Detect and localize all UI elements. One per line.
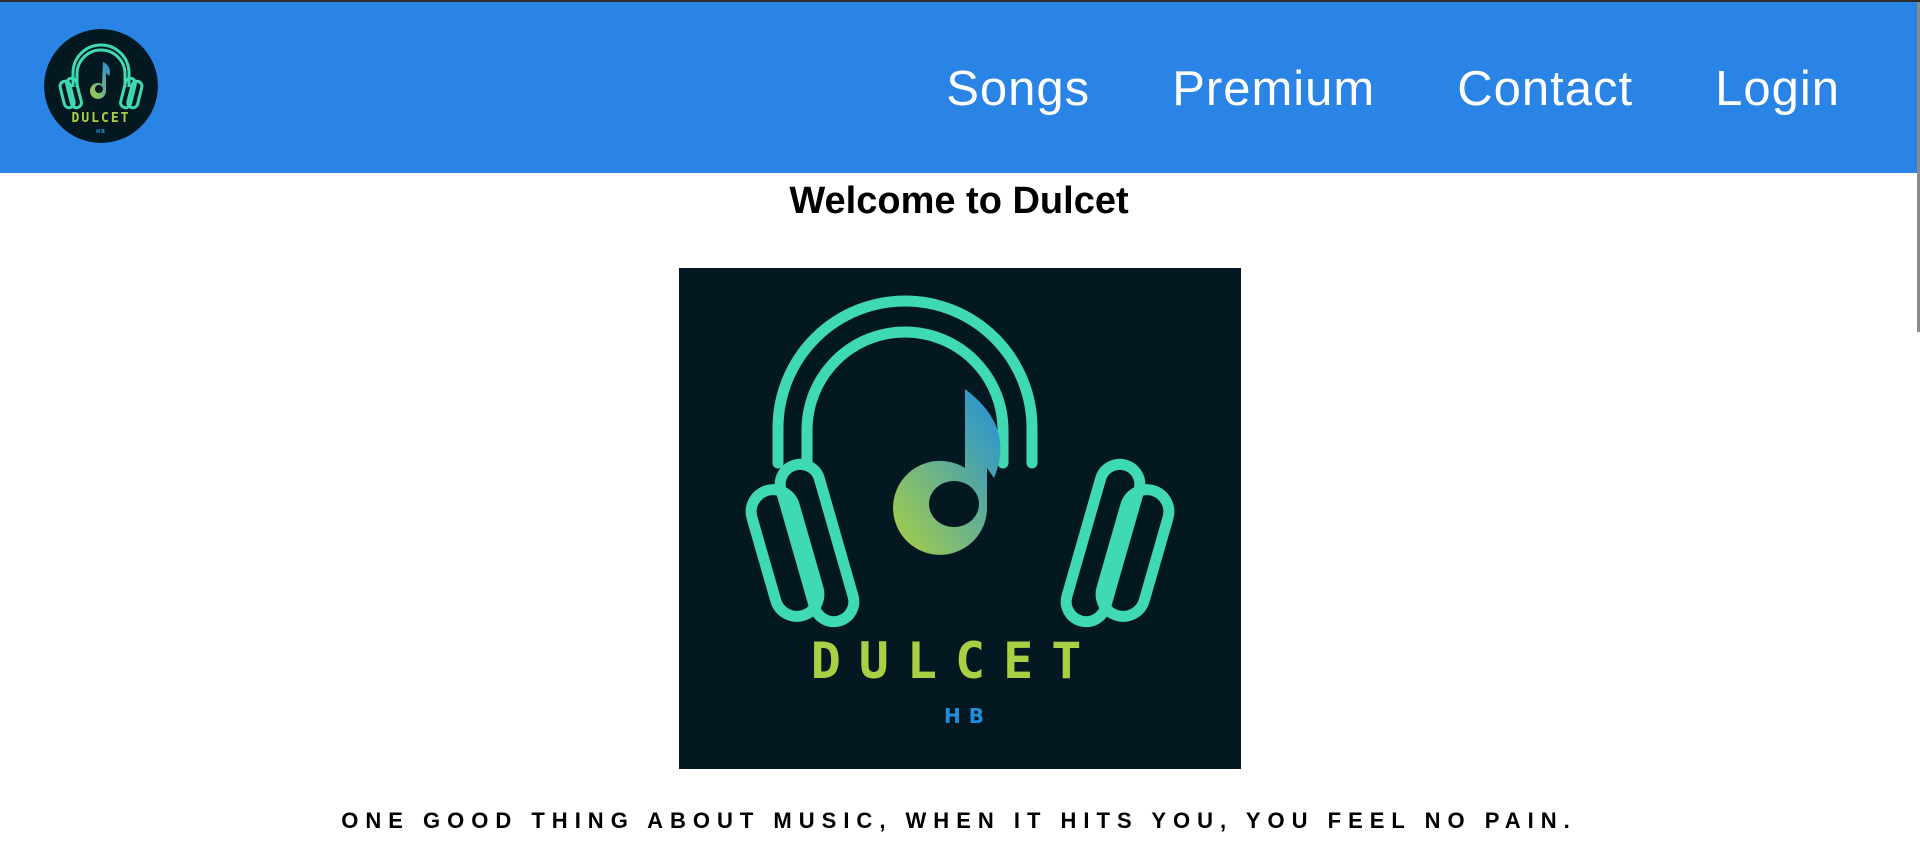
nav-logo[interactable]: DULCET HB bbox=[44, 29, 158, 143]
page-title: Welcome to Dulcet bbox=[789, 180, 1129, 222]
logo-wordmark: DULCET bbox=[811, 632, 1100, 690]
nav-link-songs[interactable]: Songs bbox=[946, 62, 1090, 116]
nav-link-login[interactable]: Login bbox=[1715, 62, 1840, 116]
hero-logo: DULCET HB bbox=[679, 268, 1241, 769]
tagline: ONE GOOD THING ABOUT MUSIC, WHEN IT HITS… bbox=[341, 808, 1577, 833]
navbar: DULCET HB Songs Premium Contact Login bbox=[0, 2, 1918, 173]
nav-link-contact[interactable]: Contact bbox=[1457, 62, 1633, 116]
nav-link-premium[interactable]: Premium bbox=[1172, 62, 1375, 116]
logo-subtext: HB bbox=[96, 129, 106, 135]
logo-subtext: HB bbox=[944, 704, 992, 728]
nav-links: Songs Premium Contact Login bbox=[946, 62, 1840, 116]
logo-wordmark: DULCET bbox=[72, 111, 131, 126]
